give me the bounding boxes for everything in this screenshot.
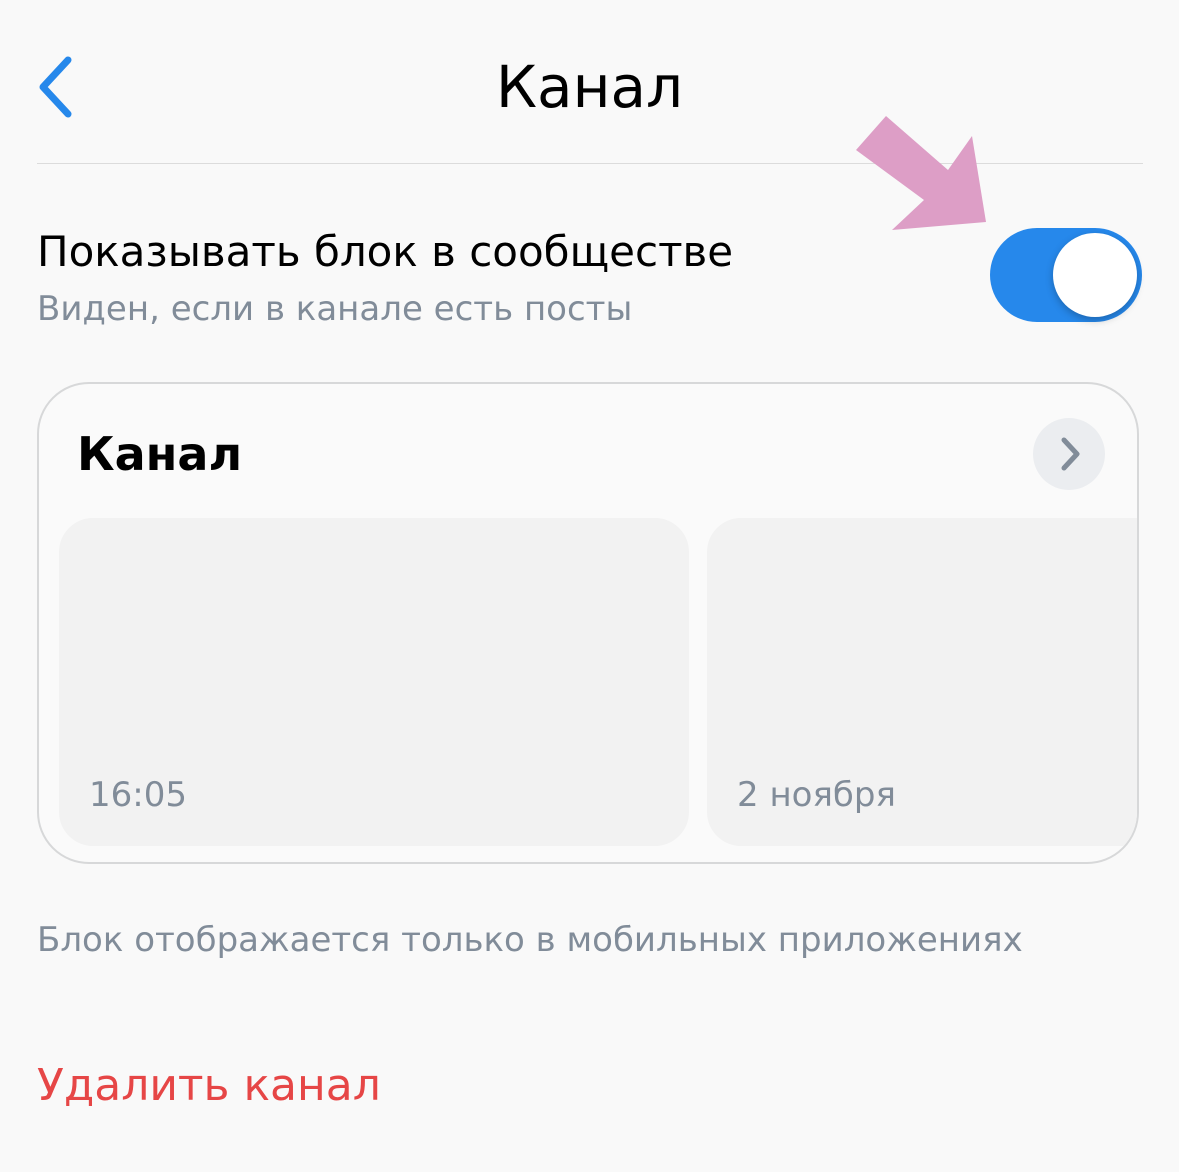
- show-block-label: Показывать блок в сообществе: [37, 227, 734, 276]
- annotation-arrow-icon: [856, 116, 986, 230]
- post-date: 2 ноября: [737, 775, 896, 815]
- post-date: 16:05: [89, 775, 187, 815]
- delete-channel-button[interactable]: Удалить канал: [37, 1058, 381, 1114]
- post-tile[interactable]: 16:05: [59, 518, 689, 846]
- open-channel-button[interactable]: [1033, 418, 1105, 490]
- chevron-right-icon: [1061, 437, 1080, 471]
- footnote: Блок отображается только в мобильных при…: [37, 920, 1023, 960]
- show-block-sublabel: Виден, если в канале есть посты: [37, 289, 633, 329]
- card-title: Канал: [77, 427, 243, 481]
- channel-preview-card: Канал 16:05 2 ноября: [37, 382, 1139, 864]
- toggle-knob: [1053, 233, 1137, 317]
- show-block-toggle[interactable]: [990, 228, 1142, 322]
- page-title: Канал: [495, 53, 684, 121]
- post-tile[interactable]: 2 ноября: [707, 518, 1137, 846]
